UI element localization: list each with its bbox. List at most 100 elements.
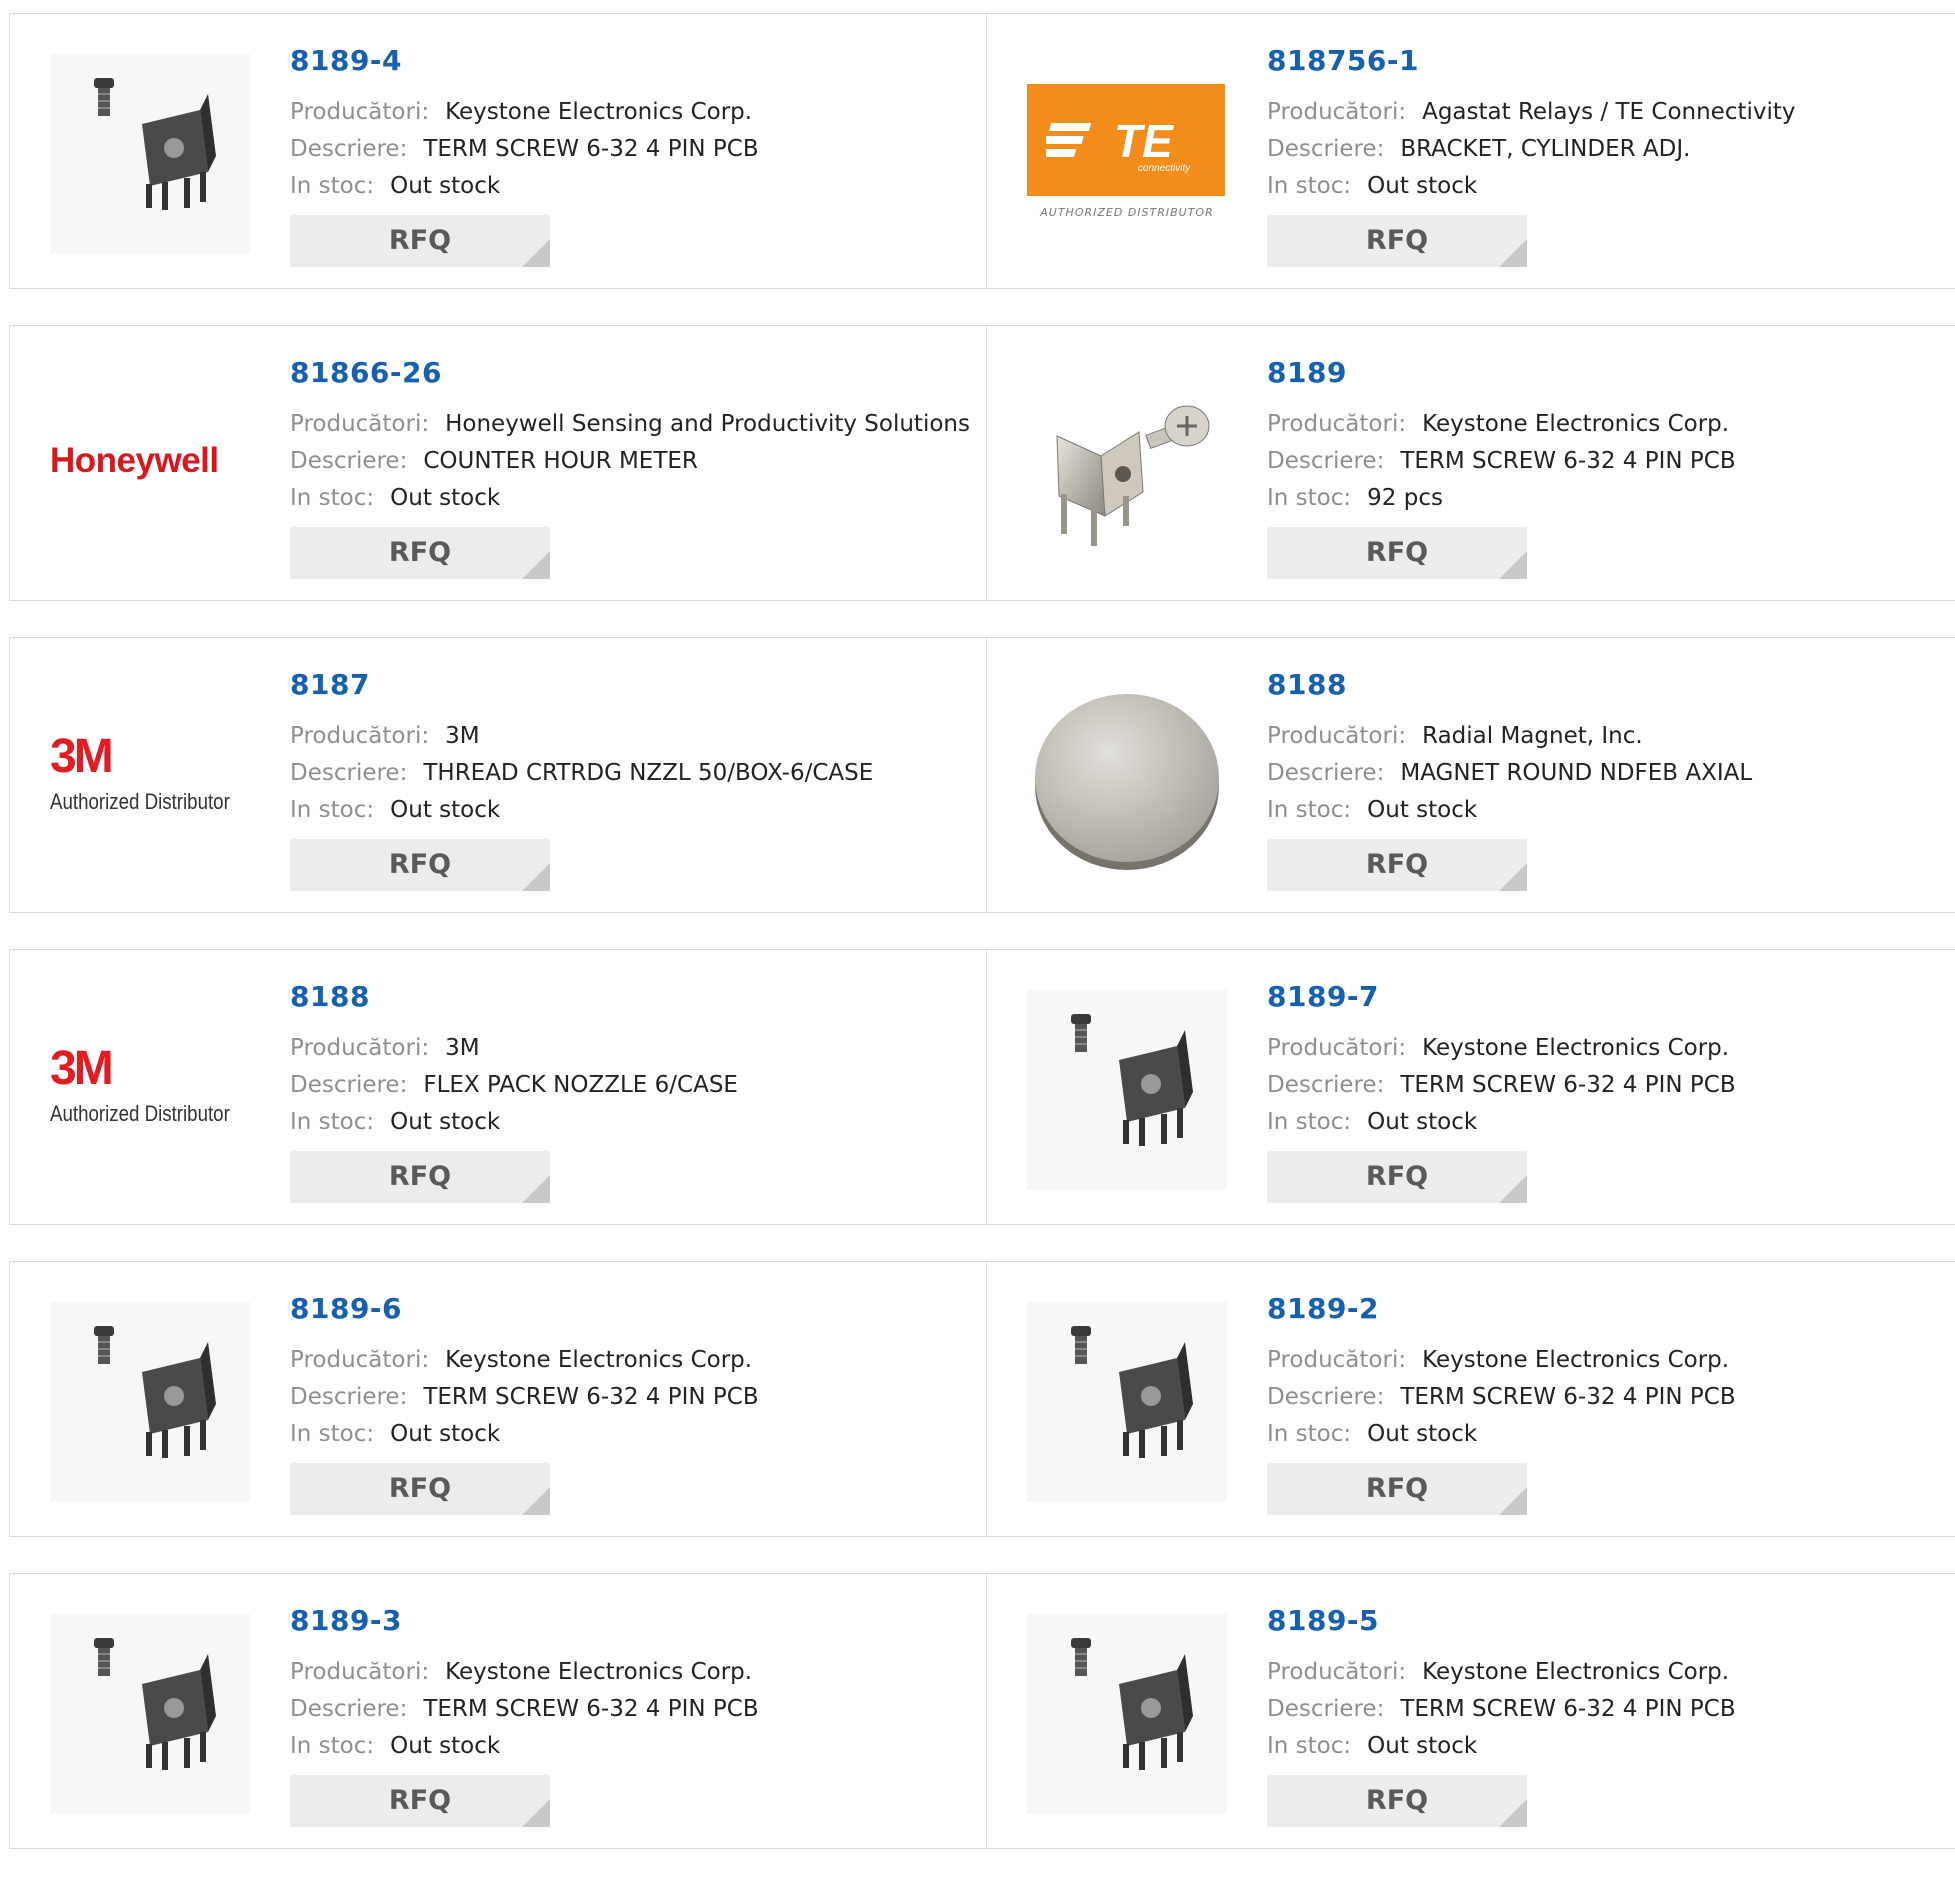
stock-label: In stoc: [290, 1109, 375, 1135]
description-label: Descriere: [290, 136, 408, 162]
stock-label: In stoc: [1267, 797, 1352, 823]
part-number-link[interactable]: 81866-26 [290, 356, 442, 389]
description-row: Descriere: BRACKET, CYLINDER ADJ. [1267, 131, 1796, 168]
3m-logo: 3M Authorized Distributor [50, 1045, 262, 1127]
product-info: Producători: Keystone Electronics Corp. D… [290, 1654, 759, 1765]
manufacturer-row: Producători: Agastat Relays / TE Connecti… [1267, 94, 1796, 131]
stock-value: Out stock [1367, 797, 1478, 823]
rfq-button[interactable]: RFQ [290, 215, 550, 267]
rfq-button[interactable]: RFQ [1267, 1463, 1527, 1515]
description-row: Descriere: THREAD CRTRDG NZZL 50/BOX-6/CA… [290, 755, 873, 792]
product-row: 8189-3 Producători: Keystone Electronics … [9, 1573, 1955, 1849]
rfq-label: RFQ [1365, 225, 1429, 256]
product-info: Producători: Keystone Electronics Corp. D… [1267, 1654, 1736, 1765]
product-row: 3M Authorized Distributor 8187 Producăto… [9, 637, 1955, 913]
description-row: Descriere: FLEX PACK NOZZLE 6/CASE [290, 1067, 738, 1104]
description-value: TERM SCREW 6-32 4 PIN PCB [423, 1384, 759, 1410]
manufacturer-value: Keystone Electronics Corp. [445, 99, 753, 125]
description-row: Descriere: TERM SCREW 6-32 4 PIN PCB [290, 131, 759, 168]
stock-value: Out stock [390, 797, 501, 823]
stock-value: Out stock [1367, 1733, 1478, 1759]
part-number-link[interactable]: 8189-4 [290, 44, 402, 77]
description-row: Descriere: COUNTER HOUR METER [290, 443, 970, 480]
screw-terminal-icon [50, 1302, 250, 1502]
manufacturer-value: Honeywell Sensing and Productivity Solut… [445, 411, 970, 437]
description-row: Descriere: TERM SCREW 6-32 4 PIN PCB [1267, 1379, 1736, 1416]
corner-triangle-icon [522, 863, 550, 891]
stock-value: Out stock [1367, 173, 1478, 199]
stock-row: In stoc: Out stock [1267, 1728, 1736, 1765]
stock-label: In stoc: [1267, 1109, 1352, 1135]
rfq-button[interactable]: RFQ [1267, 1775, 1527, 1827]
description-value: TERM SCREW 6-32 4 PIN PCB [1400, 448, 1736, 474]
stock-label: In stoc: [290, 173, 375, 199]
part-number-link[interactable]: 818756-1 [1267, 44, 1419, 77]
stock-value: Out stock [390, 173, 501, 199]
rfq-button[interactable]: RFQ [1267, 527, 1527, 579]
part-number-link[interactable]: 8189-3 [290, 1604, 402, 1637]
part-number-link[interactable]: 8188 [290, 980, 370, 1013]
manufacturer-value: Keystone Electronics Corp. [1422, 1347, 1730, 1373]
rfq-button[interactable]: RFQ [1267, 839, 1527, 891]
description-label: Descriere: [1267, 760, 1385, 786]
stock-row: In stoc: Out stock [1267, 1416, 1736, 1453]
product-row: 8189-4 Producători: Keystone Electronics … [9, 13, 1955, 289]
part-number-link[interactable]: 8189-2 [1267, 1292, 1379, 1325]
manufacturer-row: Producători: Keystone Electronics Corp. [1267, 1654, 1736, 1691]
part-number-link[interactable]: 8189 [1267, 356, 1347, 389]
product-row: 8189-6 Producători: Keystone Electronics … [9, 1261, 1955, 1537]
rfq-button[interactable]: RFQ [290, 839, 550, 891]
stock-row: In stoc: Out stock [1267, 792, 1752, 829]
part-number-link[interactable]: 8189-5 [1267, 1604, 1379, 1637]
product-card: 8189 Producători: Keystone Electronics Co… [987, 326, 1955, 600]
manufacturer-value: Keystone Electronics Corp. [1422, 411, 1730, 437]
product-card: 3M Authorized Distributor 8187 Producăto… [9, 638, 987, 912]
corner-triangle-icon [522, 551, 550, 579]
description-row: Descriere: TERM SCREW 6-32 4 PIN PCB [1267, 1067, 1736, 1104]
stock-label: In stoc: [1267, 1733, 1352, 1759]
part-number-link[interactable]: 8187 [290, 668, 370, 701]
rfq-button[interactable]: RFQ [290, 1151, 550, 1203]
te-mark-icon: TE connectivity [1046, 115, 1191, 174]
rfq-button[interactable]: RFQ [290, 1775, 550, 1827]
manufacturer-row: Producători: Keystone Electronics Corp. [1267, 1030, 1736, 1067]
stock-row: In stoc: Out stock [290, 1104, 738, 1141]
manufacturer-row: Producători: Honeywell Sensing and Produc… [290, 406, 970, 443]
stock-row: In stoc: Out stock [290, 168, 759, 205]
stock-value: Out stock [390, 1421, 501, 1447]
description-value: TERM SCREW 6-32 4 PIN PCB [1400, 1384, 1736, 1410]
manufacturer-value: Keystone Electronics Corp. [445, 1659, 753, 1685]
manufacturer-label: Producători: [290, 99, 430, 125]
screw-terminal-icon [1027, 1614, 1227, 1814]
part-number-link[interactable]: 8189-7 [1267, 980, 1379, 1013]
product-card: TE connectivity AUTHORIZED DISTRIBUTOR 8… [987, 14, 1955, 288]
3m-logo: 3M Authorized Distributor [50, 733, 262, 815]
product-card: 8189-5 Producători: Keystone Electronics … [987, 1574, 1955, 1848]
product-card: 8189-4 Producători: Keystone Electronics … [9, 14, 987, 288]
te-logo: TE connectivity AUTHORIZED DISTRIBUTOR [1027, 84, 1227, 219]
product-card: 3M Authorized Distributor 8188 Producăto… [9, 950, 987, 1224]
te-logo-caption: AUTHORIZED DISTRIBUTOR [1040, 206, 1214, 219]
rfq-button[interactable]: RFQ [290, 1463, 550, 1515]
part-number-link[interactable]: 8188 [1267, 668, 1347, 701]
stock-value: Out stock [1367, 1109, 1478, 1135]
corner-triangle-icon [1499, 1175, 1527, 1203]
manufacturer-row: Producători: 3M [290, 718, 873, 755]
rfq-label: RFQ [388, 1161, 452, 1192]
description-row: Descriere: TERM SCREW 6-32 4 PIN PCB [290, 1379, 759, 1416]
stock-row: In stoc: Out stock [290, 1416, 759, 1453]
rfq-button[interactable]: RFQ [1267, 1151, 1527, 1203]
product-info: Producători: Keystone Electronics Corp. D… [1267, 1342, 1736, 1453]
product-info: Producători: Keystone Electronics Corp. D… [1267, 1030, 1736, 1141]
rfq-button[interactable]: RFQ [290, 527, 550, 579]
stock-label: In stoc: [290, 797, 375, 823]
description-label: Descriere: [290, 1384, 408, 1410]
stock-row: In stoc: Out stock [290, 1728, 759, 1765]
product-card: Honeywell 81866-26 Producători: Honeywell… [9, 326, 987, 600]
product-card: 8188 Producători: Radial Magnet, Inc. Des… [987, 638, 1955, 912]
stock-value: Out stock [1367, 1421, 1478, 1447]
part-number-link[interactable]: 8189-6 [290, 1292, 402, 1325]
honeywell-logo: Honeywell [50, 441, 219, 480]
rfq-button[interactable]: RFQ [1267, 215, 1527, 267]
manufacturer-row: Producători: Radial Magnet, Inc. [1267, 718, 1752, 755]
